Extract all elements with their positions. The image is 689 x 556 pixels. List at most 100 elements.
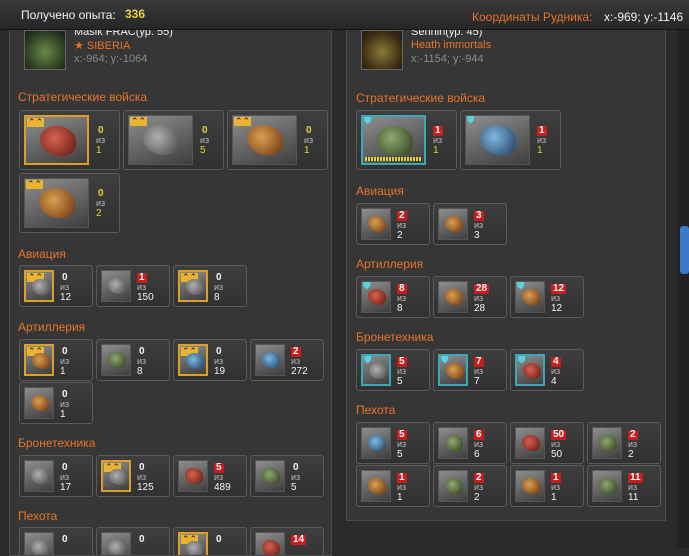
unit-image: ⛊: [361, 115, 426, 165]
rank-chevron-icon: ⌃⌃: [27, 117, 45, 127]
unit-image: [592, 470, 622, 502]
unit-of: из: [60, 399, 70, 409]
unit-card[interactable]: ⌃⌃ 0: [173, 527, 247, 555]
rank-chevron-icon: ⌃⌃: [130, 116, 148, 126]
unit-card[interactable]: 2 из 2: [356, 203, 430, 245]
unit-card[interactable]: 5 из 5: [356, 422, 430, 464]
unit-image: ⛊: [465, 115, 530, 165]
unit-of: из: [537, 135, 547, 145]
unit-card[interactable]: 14: [250, 527, 324, 555]
unit-of: из: [474, 293, 484, 303]
unit-card[interactable]: 2 из 272: [250, 339, 324, 381]
unit-total: 11: [628, 492, 639, 503]
unit-card[interactable]: 0: [19, 527, 93, 555]
unit-card[interactable]: 0 из 1: [19, 382, 93, 424]
unit-total: 4: [551, 376, 557, 387]
unit-card[interactable]: 2 из 2: [587, 422, 661, 464]
unit-card[interactable]: 5 из 489: [173, 455, 247, 497]
unit-card[interactable]: ⌃⌃ 0 из 1: [19, 339, 93, 381]
unit-of: из: [628, 439, 638, 449]
unit-image: [101, 344, 131, 376]
unit-total: 1: [304, 145, 310, 156]
unit-card[interactable]: ⛊ 1 из 1: [356, 110, 457, 170]
section-title-strategic: Стратегические войска: [18, 90, 148, 104]
unit-card[interactable]: ⛊ 4 из 4: [510, 349, 584, 391]
unit-card[interactable]: ⌃⌃ 0 из 12: [19, 265, 93, 307]
unit-card[interactable]: ⛊ 7 из 7: [433, 349, 507, 391]
unit-card[interactable]: 0 из 5: [250, 455, 324, 497]
unit-card[interactable]: 0 из 8: [96, 339, 170, 381]
unit-count: 14: [291, 534, 307, 545]
unit-image: [255, 344, 285, 376]
unit-image: ⌃⌃: [178, 270, 208, 302]
unit-of: из: [474, 366, 484, 376]
unit-total: 1: [397, 492, 403, 503]
unit-card[interactable]: 3 из 3: [433, 203, 507, 245]
avatar[interactable]: [361, 30, 403, 70]
unit-of: из: [214, 472, 224, 482]
unit-of: из: [551, 366, 561, 376]
unit-total: 17: [60, 482, 72, 493]
unit-image: [515, 427, 545, 459]
unit-card[interactable]: ⛊ 12 из 12: [510, 276, 584, 318]
unit-image: ⌃⌃: [24, 344, 54, 376]
unit-of: из: [474, 482, 484, 492]
unit-image: ⛊: [515, 354, 545, 386]
unit-image: [24, 532, 54, 555]
mine-coords-label: Координаты Рудника:: [472, 10, 593, 24]
unit-of: из: [474, 220, 484, 230]
unit-image: [438, 281, 468, 313]
unit-card[interactable]: ⌃⌃ 0 из 2: [19, 173, 120, 233]
unit-card[interactable]: 1 из 150: [96, 265, 170, 307]
unit-card[interactable]: 1 из 1: [510, 465, 584, 507]
unit-card[interactable]: ⛊ 8 из 8: [356, 276, 430, 318]
unit-image: ⌃⌃: [128, 115, 193, 165]
unit-image: [178, 460, 208, 492]
unit-card[interactable]: ⌃⌃ 0 из 8: [173, 265, 247, 307]
unit-card[interactable]: ⌃⌃ 0 из 5: [123, 110, 224, 170]
avatar[interactable]: [24, 30, 66, 70]
unit-card[interactable]: 50 из 50: [510, 422, 584, 464]
unit-total: 1: [96, 145, 102, 156]
unit-total: 50: [551, 449, 563, 460]
unit-image: [592, 427, 622, 459]
unit-of: из: [551, 439, 561, 449]
scrollbar-track[interactable]: [677, 30, 689, 548]
unit-card[interactable]: 11 из 11: [587, 465, 661, 507]
unit-image: [515, 470, 545, 502]
unit-of: из: [96, 198, 106, 208]
unit-image: ⌃⌃: [178, 532, 208, 555]
unit-card[interactable]: 0: [96, 527, 170, 555]
unit-card[interactable]: ⛊ 1 из 1: [460, 110, 561, 170]
unit-image: [438, 427, 468, 459]
unit-image: ⌃⌃: [24, 178, 89, 228]
unit-card[interactable]: ⌃⌃ 0 из 19: [173, 339, 247, 381]
unit-image: [24, 387, 54, 419]
unit-card[interactable]: ⌃⌃ 0 из 1: [19, 110, 120, 170]
clan-name[interactable]: Heath immortals: [411, 39, 491, 51]
unit-card[interactable]: 0 из 17: [19, 455, 93, 497]
section-title-aviation: Авиация: [18, 247, 66, 261]
unit-card[interactable]: 1 из 1: [356, 465, 430, 507]
unit-of: из: [397, 439, 407, 449]
clan-name[interactable]: ★ SIBERIA: [74, 39, 130, 52]
unit-total: 7: [474, 376, 480, 387]
unit-of: из: [628, 482, 638, 492]
health-bar: [365, 157, 422, 161]
experience-label: Получено опыта:: [21, 8, 116, 22]
unit-total: 272: [291, 366, 308, 377]
unit-card[interactable]: ⌃⌃ 0 из 125: [96, 455, 170, 497]
unit-card[interactable]: 28 из 28: [433, 276, 507, 318]
rank-chevron-icon: ⌃⌃: [234, 116, 252, 126]
unit-card[interactable]: ⛊ 5 из 5: [356, 349, 430, 391]
unit-image: ⌃⌃: [24, 115, 89, 165]
unit-card[interactable]: 6 из 6: [433, 422, 507, 464]
unit-total: 8: [137, 366, 143, 377]
scrollbar-thumb[interactable]: [680, 226, 689, 274]
unit-image: [255, 460, 285, 492]
unit-total: 1: [60, 366, 66, 377]
unit-total: 2: [474, 492, 480, 503]
unit-image: ⌃⌃: [232, 115, 297, 165]
unit-card[interactable]: ⌃⌃ 0 из 1: [227, 110, 328, 170]
unit-card[interactable]: 2 из 2: [433, 465, 507, 507]
